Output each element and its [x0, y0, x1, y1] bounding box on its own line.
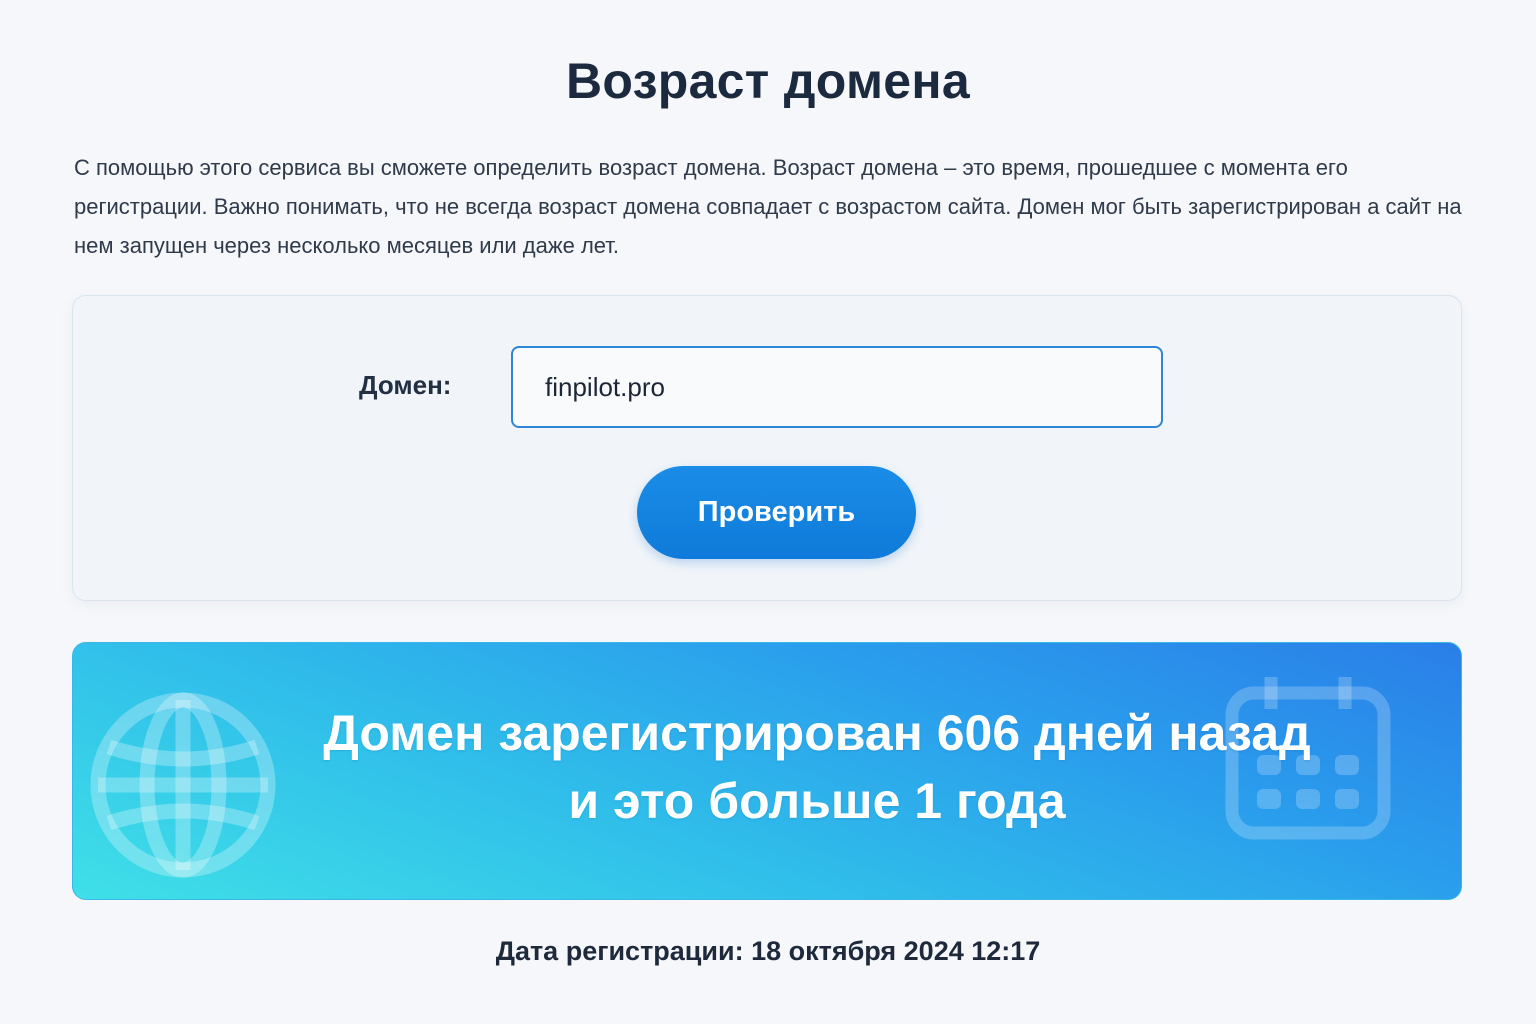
- domain-input[interactable]: [511, 346, 1163, 428]
- check-button[interactable]: Проверить: [637, 466, 916, 559]
- result-line-2: и это больше 1 года: [568, 773, 1066, 829]
- result-message: Домен зарегистрирован 606 дней назад и э…: [73, 699, 1461, 835]
- domain-form: Домен: Проверить: [72, 295, 1462, 601]
- intro-text: С помощью этого сервиса вы сможете опред…: [74, 155, 1462, 258]
- result-line-1: Домен зарегистрирован 606 дней назад: [323, 705, 1311, 761]
- result-banner: Домен зарегистрирован 606 дней назад и э…: [72, 642, 1462, 900]
- registration-date: Дата регистрации: 18 октября 2024 12:17: [495, 936, 1041, 966]
- page: Возраст домена С помощью этого сервиса в…: [0, 0, 1536, 1024]
- page-title: Возраст домена: [565, 53, 970, 109]
- domain-label: Домен:: [359, 370, 452, 400]
